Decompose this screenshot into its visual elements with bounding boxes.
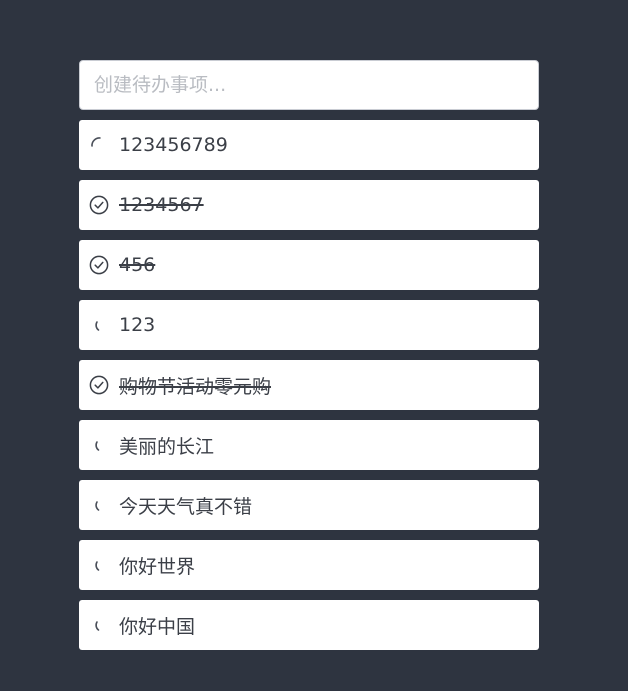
todo-text: 1234567 (119, 194, 204, 216)
check-circle-icon[interactable] (89, 375, 109, 395)
todo-text: 今天天气真不错 (119, 495, 253, 518)
todo-text: 456 (119, 254, 156, 276)
todo-item[interactable]: 456 (79, 240, 539, 290)
spinner-icon[interactable] (89, 135, 109, 155)
todo-item[interactable]: 美丽的长江 (79, 420, 539, 470)
todo-text: 美丽的长江 (119, 435, 215, 458)
check-circle-icon[interactable] (89, 195, 109, 215)
pending-arc-icon[interactable] (89, 495, 109, 515)
todo-item[interactable]: 你好世界 (79, 540, 539, 590)
pending-arc-icon[interactable] (89, 555, 109, 575)
todo-text: 你好世界 (119, 555, 196, 578)
todo-text: 123456789 (119, 134, 228, 156)
todo-app: 123456789 1234567 456 (79, 60, 539, 650)
todo-item[interactable]: 购物节活动零元购 (79, 360, 539, 410)
todo-item[interactable]: 123456789 (79, 120, 539, 170)
pending-arc-icon[interactable] (89, 435, 109, 455)
todo-item[interactable]: 你好中国 (79, 600, 539, 650)
todo-item[interactable]: 123 (79, 300, 539, 350)
new-todo-input[interactable] (79, 60, 539, 110)
pending-arc-icon[interactable] (89, 615, 109, 635)
todo-text: 你好中国 (119, 615, 196, 638)
todo-list: 123456789 1234567 456 123 购物节活动零元购 美丽的长江… (79, 120, 539, 650)
todo-item[interactable]: 1234567 (79, 180, 539, 230)
check-circle-icon[interactable] (89, 255, 109, 275)
pending-arc-icon[interactable] (89, 315, 109, 335)
todo-text: 购物节活动零元购 (119, 375, 272, 398)
todo-text: 123 (119, 314, 156, 336)
todo-item[interactable]: 今天天气真不错 (79, 480, 539, 530)
